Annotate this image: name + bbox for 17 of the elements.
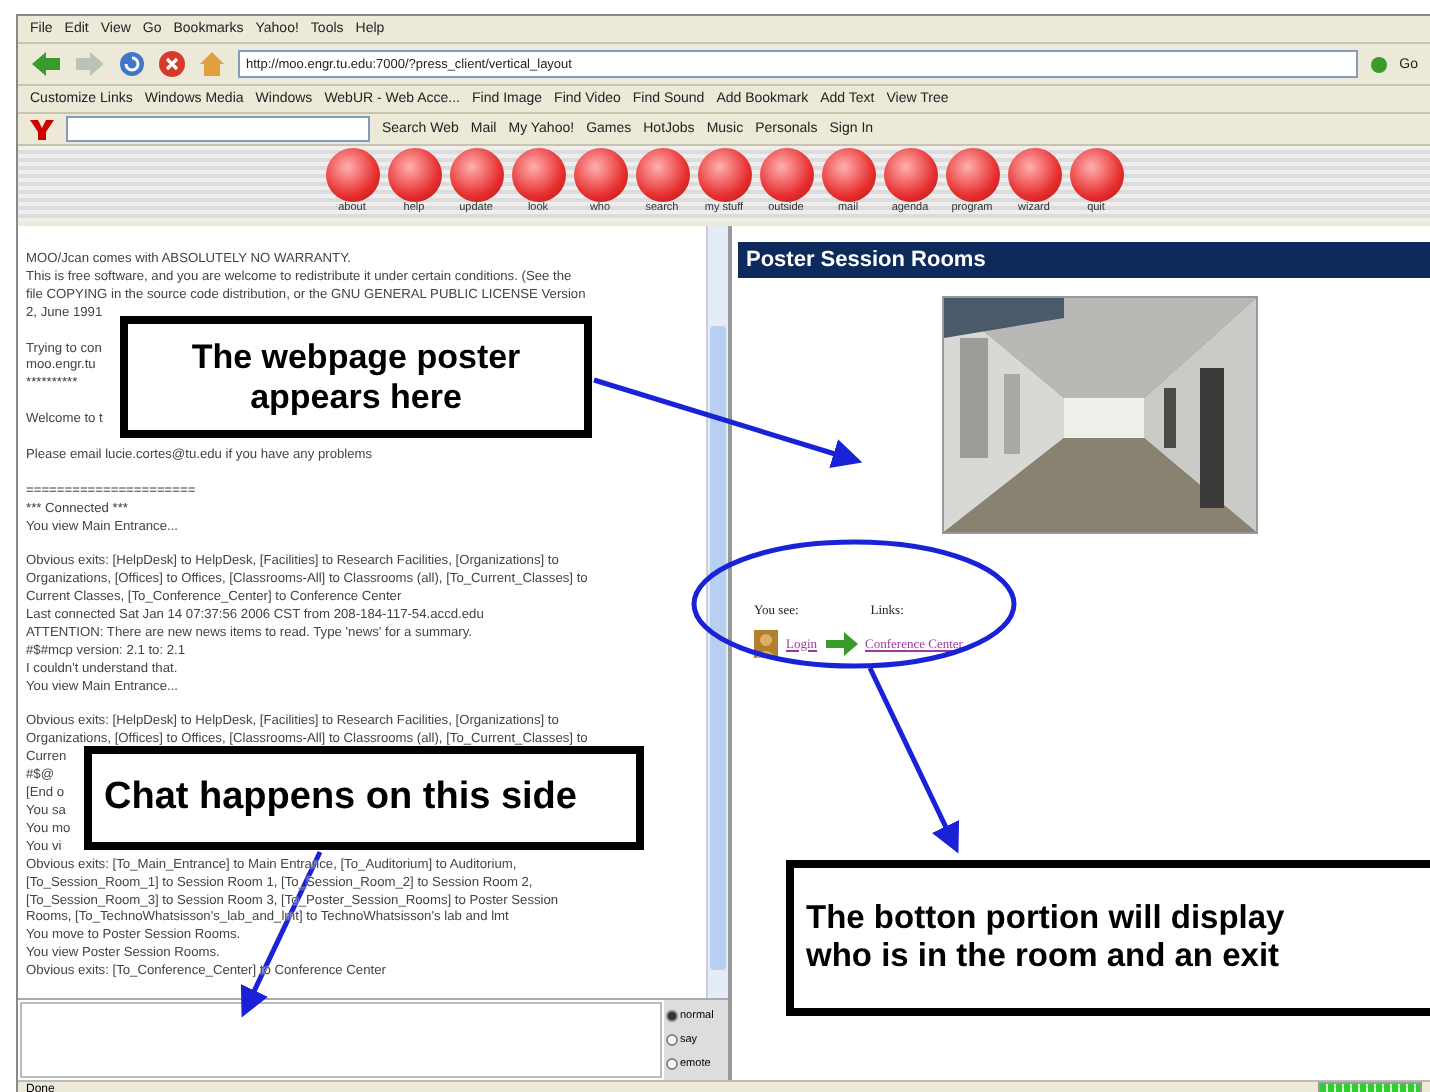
go-icon[interactable] — [1369, 55, 1388, 73]
search-field[interactable] — [66, 116, 370, 142]
callout-box: Chat happens on this side — [84, 746, 644, 850]
radio-button[interactable] — [666, 1010, 678, 1022]
home-icon[interactable] — [198, 50, 226, 78]
room-title: Poster Session Rooms — [738, 242, 1430, 278]
logo-icon[interactable] — [30, 119, 54, 139]
back-arrow-icon[interactable] — [30, 50, 62, 78]
radio-button[interactable] — [666, 1058, 678, 1070]
callout-box: The botton portion will display who is in the room and an exit — [786, 860, 1430, 1016]
stop-icon[interactable] — [158, 50, 186, 78]
reload-icon[interactable] — [118, 50, 146, 78]
chat-input-field[interactable] — [20, 1002, 662, 1078]
callout-box: The webpage poster appears here — [120, 316, 592, 438]
arrow-icon[interactable] — [825, 632, 858, 656]
radio-button[interactable] — [666, 1034, 678, 1046]
scrollbar[interactable] — [706, 226, 728, 998]
